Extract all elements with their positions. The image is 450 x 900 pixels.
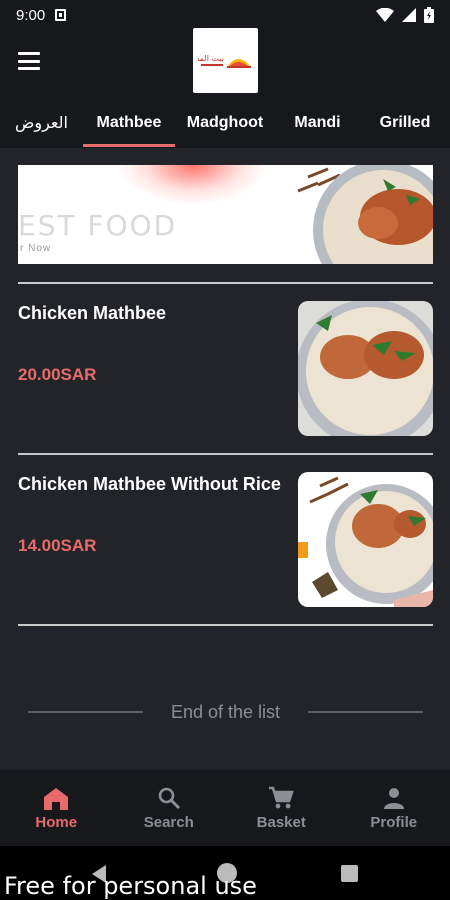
signal-icon [402, 8, 416, 22]
tab-grilled[interactable]: Grilled [360, 98, 450, 148]
logo-image: بيت المطبخ [198, 54, 251, 68]
tab-label: Mathbee [96, 114, 162, 131]
end-of-list-text: End of the list [170, 701, 281, 722]
svg-text:بيت المطبخ: بيت المطبخ [198, 54, 224, 63]
item-price: 20.00SAR [18, 365, 97, 384]
banner-food-image [297, 165, 433, 264]
end-line-left [28, 711, 143, 713]
nav-label: Basket [256, 813, 306, 831]
search-icon [158, 787, 180, 809]
tab-mandi[interactable]: Mandi [275, 98, 360, 148]
hamburger-menu-icon[interactable] [18, 52, 40, 70]
sim-card-icon [55, 9, 67, 21]
tab-madghoot[interactable]: Madghoot [175, 98, 275, 148]
home-icon [44, 787, 69, 810]
person-icon [383, 787, 404, 809]
section-divider [18, 453, 433, 455]
wifi-icon [376, 8, 394, 22]
end-of-list: End of the list [28, 700, 424, 724]
tab-label: Grilled [379, 114, 431, 131]
tab-mathbee[interactable]: Mathbee [83, 98, 175, 148]
item-image [298, 301, 433, 436]
status-bar: 9:00 [0, 0, 450, 30]
category-tabs: العروض Mathbee Madghoot Mandi Grilled [0, 98, 450, 148]
section-divider [18, 624, 433, 626]
restaurant-logo: بيت المطبخ [193, 28, 258, 93]
nav-basket[interactable]: Basket [225, 770, 338, 846]
tab-label: Madghoot [186, 114, 264, 131]
item-image [298, 472, 433, 607]
nav-profile[interactable]: Profile [338, 770, 450, 846]
section-divider [18, 282, 433, 284]
nav-home[interactable]: Home [0, 770, 113, 846]
item-name: Chicken Mathbee Without Rice [18, 474, 281, 494]
item-name: Chicken Mathbee [18, 303, 167, 323]
battery-icon [424, 7, 434, 23]
banner-glow [118, 165, 268, 205]
banner-headline: EST FOOD [18, 209, 178, 242]
nav-label: Search [143, 813, 194, 831]
nav-label: Profile [370, 813, 418, 831]
status-time: 9:00 [16, 6, 46, 24]
bottom-navigation: Home Search Basket Profile [0, 770, 450, 846]
cart-icon [269, 786, 295, 808]
tab-offers[interactable]: العروض [0, 98, 83, 148]
end-line-right [308, 711, 424, 713]
recent-apps-icon[interactable] [341, 865, 358, 882]
banner-subline: r Now [20, 243, 52, 254]
nav-search[interactable]: Search [113, 770, 226, 846]
nav-label: Home [35, 813, 78, 831]
watermark-text: Free for personal use [4, 872, 257, 900]
promo-banner[interactable]: EST FOOD r Now [18, 165, 433, 264]
tab-label: العروض [15, 115, 68, 132]
item-price: 14.00SAR [18, 536, 97, 555]
tab-label: Mandi [294, 114, 341, 131]
